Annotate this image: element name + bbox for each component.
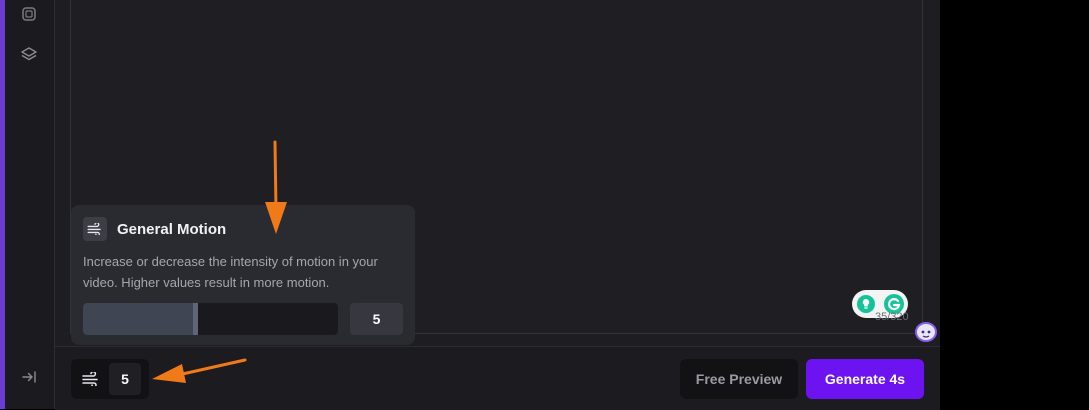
slider-fill	[83, 303, 198, 335]
assistant-bubble-icon[interactable]	[914, 321, 938, 343]
motion-setting-button[interactable]: 5	[71, 359, 149, 399]
wind-icon	[83, 217, 107, 241]
slider-handle[interactable]	[193, 303, 198, 335]
generate-button[interactable]: Generate 4s	[806, 359, 924, 399]
motion-value-input[interactable]: 5	[350, 303, 403, 335]
motion-slider[interactable]	[83, 303, 338, 335]
popover-description: Increase or decrease the intensity of mo…	[83, 254, 378, 290]
chip-icon[interactable]	[19, 4, 39, 24]
layers-icon[interactable]	[19, 44, 39, 64]
motion-value: 5	[109, 363, 141, 395]
annotation-arrow-left	[152, 358, 247, 383]
character-counter: 35/320	[875, 311, 909, 323]
left-sidebar	[5, 0, 55, 409]
lightbulb-icon	[856, 295, 875, 313]
app-window: 5 Free Preview Generate 4s 35/320 Genera…	[0, 0, 940, 410]
wind-icon	[77, 359, 105, 399]
popover-title: General Motion	[117, 220, 227, 238]
expand-panel-icon[interactable]	[19, 367, 39, 387]
general-motion-popover: General Motion Increase or decrease the …	[71, 205, 415, 345]
annotation-arrow-down	[265, 140, 287, 234]
free-preview-button[interactable]: Free Preview	[680, 359, 798, 399]
motion-slider-row: 5	[83, 303, 403, 335]
